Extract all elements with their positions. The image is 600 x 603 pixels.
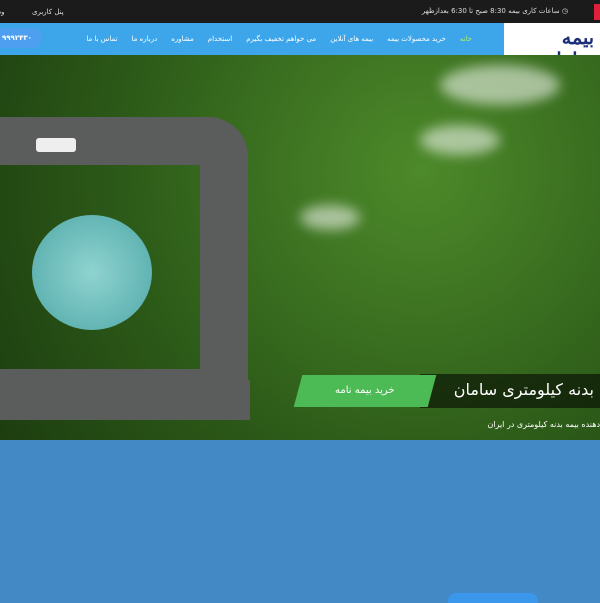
cloud-image <box>420 125 500 155</box>
main-nav: بیمه سامان خانه خرید محصولات بیمه بیمه ه… <box>0 23 600 55</box>
working-hours-text: ساعات کاری بیمه 8:30 صبح تا 6:30 بعدازظه… <box>421 7 560 15</box>
hero-subtitle: دهنده بیمه بدنه کیلومتری در ایران <box>487 420 600 429</box>
nav-contact[interactable]: تماس با ما <box>86 35 117 43</box>
menu: خانه خرید محصولات بیمه بیمه های آنلاین م… <box>86 35 472 43</box>
nav-buy-products[interactable]: خرید محصولات بیمه <box>387 35 446 43</box>
nav-consulting[interactable]: مشاوره <box>171 35 194 43</box>
road-image <box>0 380 250 420</box>
car-image <box>36 138 76 152</box>
buy-policy-button[interactable]: خرید بیمه نامه <box>293 375 437 407</box>
working-hours: ◷ ساعات کاری بیمه 8:30 صبح تا 6:30 بعداز… <box>421 7 568 15</box>
buy-policy-label: خرید بیمه نامه <box>335 385 395 396</box>
cloud-image <box>300 205 360 230</box>
user-panel-link[interactable]: پنل کاربری <box>32 8 64 16</box>
bottom-tab[interactable] <box>448 593 538 603</box>
pond-image <box>32 215 152 330</box>
instagram-icon[interactable] <box>594 4 600 20</box>
nav-discount[interactable]: می خواهم تخفیف بگیرم <box>246 35 316 43</box>
cloud-image <box>440 65 560 105</box>
phone-button[interactable]: ۹۹۹۲۴۳۰ <box>0 28 42 48</box>
hero-title: بدنه کیلومتری سامان <box>420 374 600 408</box>
nav-careers[interactable]: استخدام <box>208 35 232 43</box>
top-bar: ◷ ساعات کاری بیمه 8:30 صبح تا 6:30 بعداز… <box>0 0 600 23</box>
logo[interactable]: بیمه سامان <box>504 23 600 55</box>
nav-home[interactable]: خانه <box>460 35 472 43</box>
nav-online-insurance[interactable]: بیمه های آنلاین <box>330 35 373 43</box>
login-link[interactable]: ود <box>0 8 5 16</box>
nav-about[interactable]: درباره ما <box>131 35 157 43</box>
hero-banner: بدنه کیلومتری سامان خرید بیمه نامه دهنده… <box>0 55 600 440</box>
